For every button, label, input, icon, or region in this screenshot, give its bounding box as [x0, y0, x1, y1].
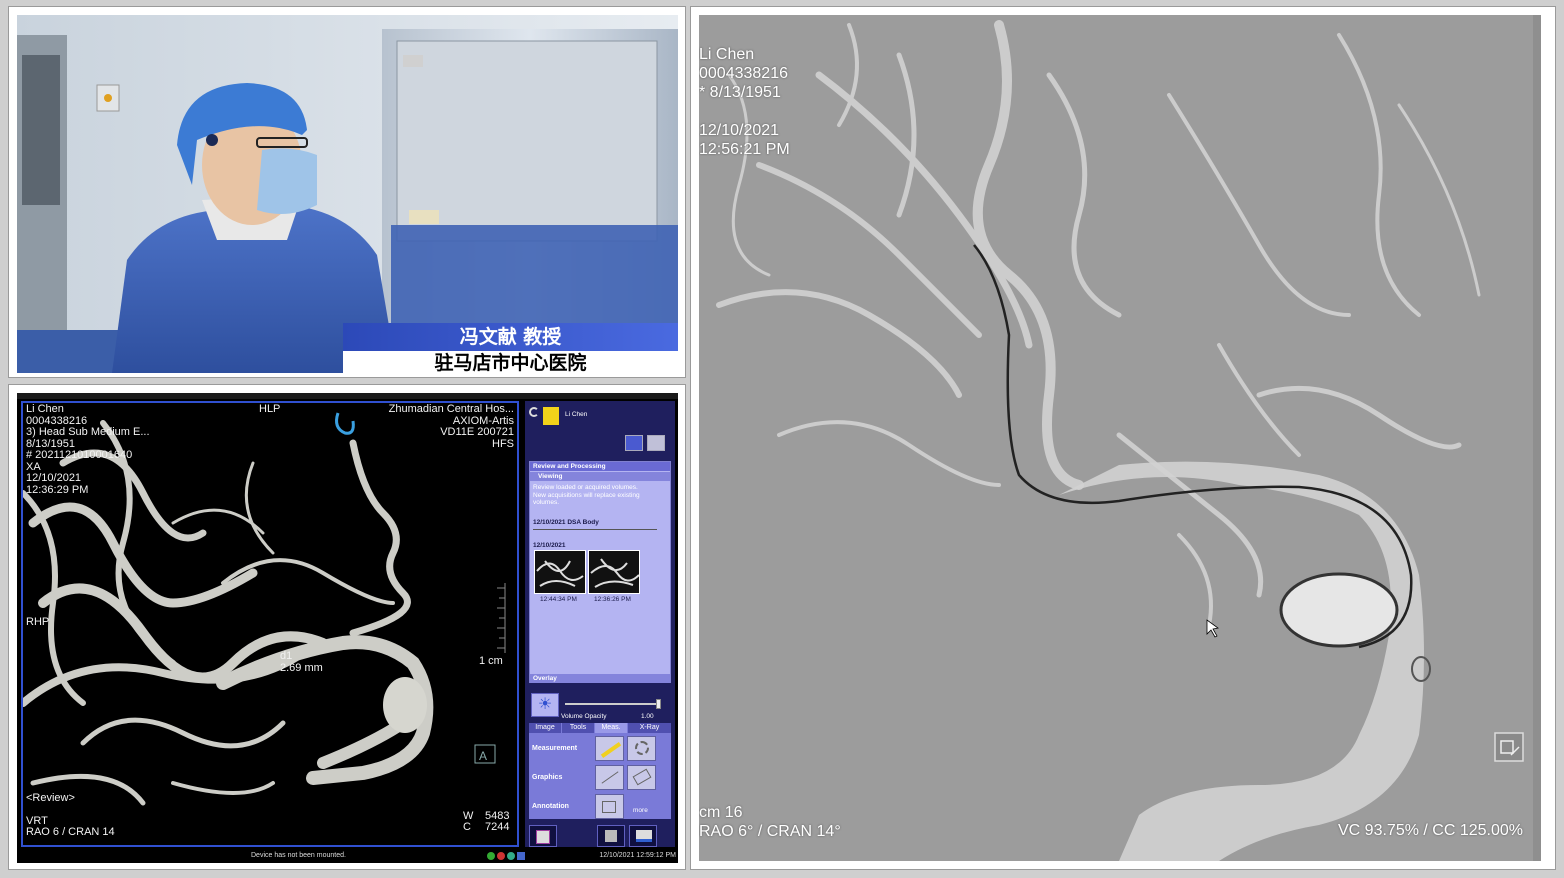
ruler-icon — [600, 742, 622, 758]
svg-text:A: A — [479, 749, 487, 763]
more-tools-link[interactable]: more — [633, 807, 648, 815]
volume-thumbnail-1[interactable] — [534, 550, 586, 594]
status-icons — [487, 852, 537, 860]
status-message: Device has not been mounted. — [251, 852, 346, 859]
cube-icon-button[interactable] — [597, 825, 625, 847]
series-title[interactable]: 12/10/2021 DSA Body — [533, 519, 599, 527]
scale-label: 1 cm — [479, 655, 503, 667]
orientation-cube-icon[interactable]: A — [474, 744, 496, 764]
volume-thumbnail-2[interactable] — [588, 550, 640, 594]
dsa-fluoroscopy-view[interactable]: Li Chen 0004338216 * 8/13/1951 12/10/202… — [699, 15, 1541, 861]
arrow-tool-button[interactable] — [627, 765, 656, 790]
volume-icon-button[interactable] — [529, 825, 557, 847]
dsa-panel: Li Chen 0004338216 * 8/13/1951 12/10/202… — [690, 6, 1556, 870]
orientation-ring-icon — [335, 412, 355, 435]
viewport-orientation-top: HLP — [259, 403, 281, 415]
cube-icon — [605, 830, 617, 842]
surgeon-video: 冯文献 教授 驻马店市中心医院 — [17, 15, 678, 373]
text-tool-button[interactable] — [595, 794, 624, 819]
workstation-panel: A Li Chen 0004338216 3) Head Sub Medium … — [8, 384, 686, 870]
measurement-label: d1 2.69 mm — [280, 650, 323, 674]
angle-tool-button[interactable] — [627, 736, 656, 761]
graphics-row-label: Graphics — [532, 774, 563, 781]
thumbnail-2-time: 12:36:26 PM — [594, 596, 631, 603]
window-center-label: C — [463, 821, 471, 833]
viewport-orientation-left: RHP — [26, 616, 50, 628]
camera-icon[interactable] — [529, 407, 539, 417]
volume-opacity-slider[interactable] — [565, 699, 661, 709]
tab-tools[interactable]: Tools — [562, 723, 594, 733]
review-mode-label: <Review> — [26, 792, 75, 804]
dsa-patient-info: Li Chen 0004338216 * 8/13/1951 12/10/202… — [699, 46, 790, 158]
dsa-projection-info: cm 16 RAO 6° / CRAN 14° — [699, 804, 841, 840]
export-icon-button[interactable] — [629, 825, 657, 847]
sun-icon[interactable]: ☀ — [531, 693, 559, 717]
crosshair-tool-button[interactable] — [595, 765, 624, 790]
volume-icon — [536, 830, 550, 844]
hospital-caption: 驻马店市中心医院 — [343, 351, 678, 373]
control-sidebar: Li Chen Review and Processing Viewing Re… — [525, 401, 675, 847]
settings-icon[interactable] — [647, 435, 665, 451]
viewing-help-text: Review loaded or acquired volumes. New a… — [533, 484, 640, 506]
viewing-title: Viewing — [530, 472, 670, 481]
viewport-site-info: Zhumadian Central Hos... AXIOM-Artis VD1… — [388, 403, 514, 450]
volume-opacity-label: Volume Opacity — [561, 713, 607, 720]
annotation-row-label: Annotation — [532, 803, 569, 810]
coil-loop — [1279, 572, 1399, 648]
volume-opacity-value: 1.00 — [641, 713, 654, 720]
review-processing-title: Review and Processing — [530, 462, 670, 471]
gear-icon — [635, 741, 649, 755]
video-panel: 冯文献 教授 驻马店市中心医院 — [8, 6, 686, 378]
tab-measurement[interactable]: Meas. — [595, 723, 627, 733]
workstation-menu-bar[interactable] — [17, 393, 678, 399]
scale-bar — [497, 583, 506, 653]
tab-xray[interactable]: X-Ray — [628, 723, 671, 733]
viewport-patient-info: Li Chen 0004338216 3) Head Sub Medium E.… — [26, 403, 150, 496]
arrow-icon — [632, 768, 652, 786]
overlay-section-title: Overlay — [530, 674, 670, 683]
tool-tabs-panel: Image Tools Meas. X-Ray Measurement Grap… — [529, 723, 671, 819]
thumbnail-1-time: 12:44:34 PM — [540, 596, 577, 603]
review-processing-panel: Review and Processing Viewing Review loa… — [529, 461, 671, 683]
angiogram-image — [699, 15, 1541, 861]
layout-icon[interactable] — [625, 435, 643, 451]
dsa-contrast-info: VC 93.75% / CC 125.00% — [1338, 822, 1523, 839]
folder-icon[interactable] — [543, 407, 559, 425]
crosshair-icon — [601, 771, 619, 784]
status-clock: 12/10/2021 12:59:12 PM — [599, 852, 676, 859]
opacity-slider-thumb[interactable] — [656, 699, 661, 709]
text-box-icon — [602, 801, 616, 813]
3d-viewport[interactable]: A Li Chen 0004338216 3) Head Sub Medium … — [21, 401, 519, 847]
tab-image[interactable]: Image — [529, 723, 561, 733]
export-icon — [636, 830, 652, 842]
ruler-tool-button[interactable] — [595, 736, 624, 761]
sidebar-patient-name: Li Chen — [565, 411, 588, 418]
status-bar: Device has not been mounted. 12/10/2021 … — [17, 849, 678, 863]
projection-angle-label: RAO 6 / CRAN 14 — [26, 826, 115, 838]
workstation-screen: A Li Chen 0004338216 3) Head Sub Medium … — [17, 393, 678, 863]
window-center-value: 7244 — [485, 821, 510, 833]
surgeon-scene-image — [17, 15, 678, 373]
minimize-view-icon[interactable] — [1494, 732, 1524, 762]
series-date: 12/10/2021 — [533, 542, 566, 549]
measurement-row-label: Measurement — [532, 745, 578, 752]
presenter-name-caption: 冯文献 教授 — [343, 323, 678, 351]
